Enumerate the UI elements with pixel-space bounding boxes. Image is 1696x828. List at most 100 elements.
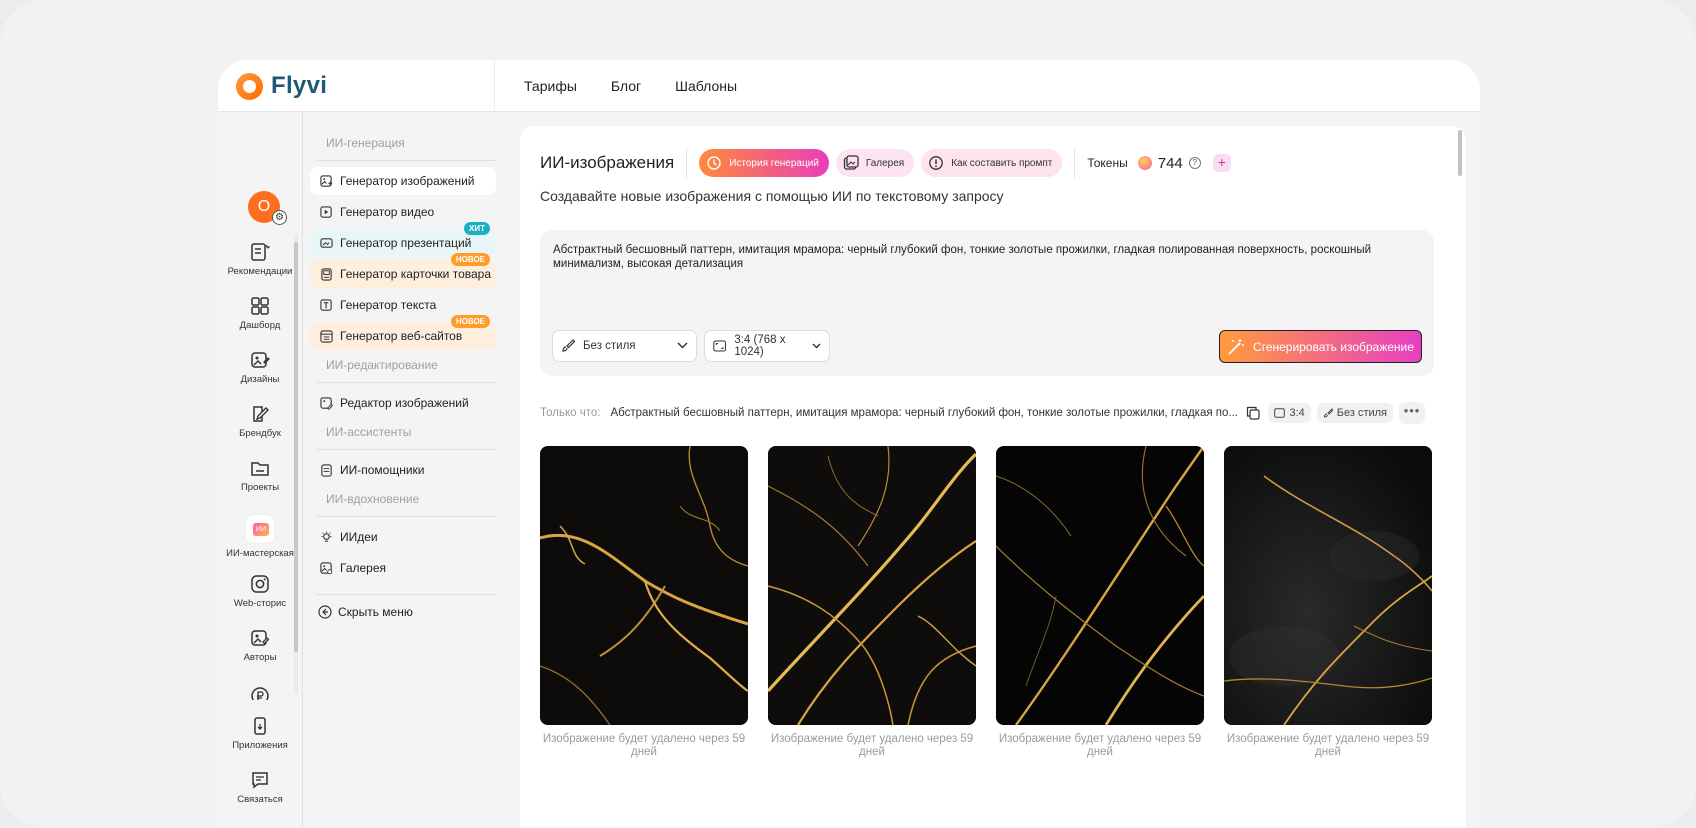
hide-menu-label: Скрыть меню [338,605,413,619]
token-coin-icon [1137,156,1152,170]
rail-label: ИИ-мастерская [226,548,294,559]
menu-item-ai-ideas[interactable]: ИИдеи [310,523,496,551]
divider [686,148,688,178]
copy-icon[interactable] [1246,406,1261,420]
rail-item-contact[interactable]: Связаться [218,770,302,805]
menu-item-ai-helpers[interactable]: ИИ-помощники [310,456,496,484]
rail-item-web-stories[interactable]: Web-сторис [218,574,302,609]
rail-item-payments[interactable] [218,686,302,700]
new-badge: НОВОЕ [450,315,490,328]
main-scrollbar[interactable] [1458,130,1462,176]
rail-item-recommendations[interactable]: Рекомендации [218,242,302,277]
generate-button-label: Сгенерировать изображение [1253,339,1414,354]
tokens-label: Токены [1087,156,1128,170]
divider [316,382,496,383]
menu-item-product-card-generator[interactable]: Генератор карточки товара НОВОЕ [310,253,496,288]
image-card: Изображение будет удалено через 59 дней [1224,446,1432,759]
ai-submenu: ИИ-генерация Генератор изображений Генер… [310,132,496,619]
lightbulb-icon [321,530,332,542]
generated-image[interactable] [996,446,1204,725]
divider [1074,148,1076,178]
icon-rail: O ⚙ Рекомендации Дашборд Дизайны Брендбу… [218,112,302,828]
question-icon[interactable]: ? [1188,157,1201,169]
recent-generation-row: Только что: Абстрактный бесшовный паттер… [540,402,1434,424]
aspect-ratio-select[interactable]: 3:4 (768 x 1024) [704,330,830,362]
arrow-left-circle-icon [318,605,332,619]
logo[interactable]: Flyvi [236,72,327,100]
history-label: История генераций [729,157,819,169]
marble-image-2 [768,446,976,725]
gallery-icon [842,154,860,172]
menu-item-image-editor[interactable]: Редактор изображений [310,389,496,417]
hide-menu-button[interactable]: Скрыть меню [310,605,496,619]
rail-item-apps[interactable]: Приложения [218,716,302,751]
section-heading-generation: ИИ-генерация [326,136,405,150]
settings-gear-icon[interactable]: ⚙ [272,210,287,225]
section-heading-assistants: ИИ-ассистенты [326,425,412,439]
brush-icon [1323,408,1333,418]
rail-label: Проекты [240,482,280,493]
image-card: Изображение будет удалено через 59 дней [768,446,976,759]
image-caption: Изображение будет удалено через 59 дней [1226,733,1430,758]
image-card: Изображение будет удалено через 59 дней [540,446,748,759]
divider [494,60,495,112]
website-generator-icon [320,329,333,343]
brush-icon [562,339,575,352]
rail-item-ai-workshop[interactable]: ИИ-мастерская [218,514,302,559]
aspect-ratio-icon [1274,408,1286,418]
section-heading-editing: ИИ-редактирование [326,358,438,372]
menu-item-label: Генератор презентаций [340,236,472,250]
image-caption: Изображение будет удалено через 59 дней [998,733,1202,758]
video-generator-icon [320,205,332,218]
prompt-input[interactable]: Абстрактный бесшовный паттерн, имитация … [553,243,1393,271]
rail-item-dashboard[interactable]: Дашборд [218,296,302,331]
image-caption: Изображение будет удалено через 59 дней [542,733,746,758]
marble-image-3 [996,446,1204,725]
generated-image[interactable] [768,446,976,725]
image-generator-icon [320,174,333,187]
rail-item-brandbook[interactable]: Брендбук [218,404,302,439]
rail-label: Авторы [243,652,277,663]
style-chip: Без стиля [1316,403,1394,423]
top-bar: Flyvi Тарифы Блог Шаблоны [218,60,1480,112]
menu-item-image-generator[interactable]: Генератор изображений [310,167,496,195]
image-grid: Изображение будет удалено через 59 дней [540,446,1434,759]
menu-item-label: Генератор карточки товара [340,267,492,281]
designs-icon [251,352,270,368]
page-subtitle: Создавайте новые изображения с помощью И… [540,188,1004,204]
app-window: Flyvi Тарифы Блог Шаблоны O ⚙ Рекомендац… [218,60,1480,828]
brandbook-icon [253,406,269,422]
menu-item-gallery[interactable]: Галерея [310,554,496,582]
menu-item-website-generator[interactable]: Генератор веб-сайтов НОВОЕ [310,315,496,350]
nav-link-blog[interactable]: Блог [611,78,641,94]
gallery-icon [320,561,333,574]
menu-item-label: Галерея [340,561,387,575]
history-button[interactable]: История генераций [699,149,829,177]
rail-item-authors[interactable]: Авторы [218,628,302,663]
ratio-chip: 3:4 [1268,403,1311,423]
rail-item-projects[interactable]: Проекты [218,458,302,493]
rail-label: Брендбук [239,428,281,439]
rail-item-designs[interactable]: Дизайны [218,350,302,385]
page-title: ИИ-изображения [540,153,675,172]
hit-badge: ХИТ [464,222,490,235]
nav-link-pricing[interactable]: Тарифы [524,78,577,94]
menu-item-label: Генератор изображений [340,174,475,188]
generated-image[interactable] [540,446,748,725]
nav-link-templates[interactable]: Шаблоны [675,78,737,94]
generate-button[interactable]: Сгенерировать изображение [1219,330,1422,363]
prompt-panel: Абстрактный бесшовный паттерн, имитация … [540,230,1434,376]
style-select[interactable]: Без стиля [552,330,697,362]
image-card: Изображение будет удалено через 59 дней [996,446,1204,759]
generated-image[interactable] [1224,446,1432,725]
recommendations-icon [251,243,270,261]
marble-image-4 [1224,446,1432,725]
gallery-button[interactable]: Галерея [835,149,915,177]
rail-label: Рекомендации [227,266,293,277]
ruble-icon [251,687,269,700]
prompt-guide-button[interactable]: Как составить промпт [921,149,1063,177]
more-options-button[interactable]: ••• [1399,402,1426,424]
buy-tokens-button[interactable]: + [1212,154,1231,172]
info-icon [927,154,945,172]
dashboard-icon [251,297,269,315]
